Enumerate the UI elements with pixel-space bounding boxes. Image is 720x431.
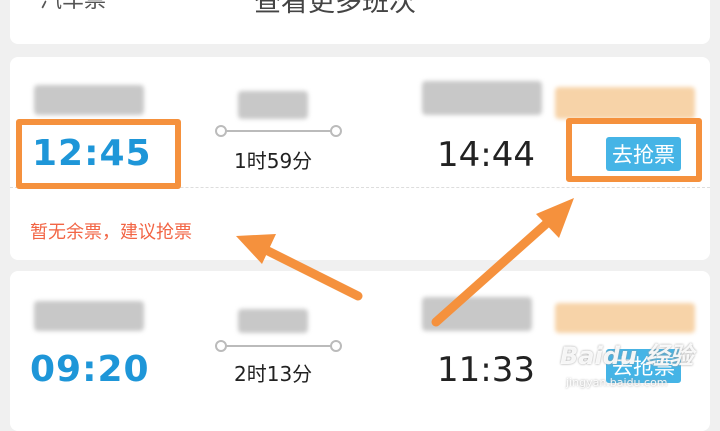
arrive-time: 14:44 xyxy=(437,135,535,175)
watermark-url: jingyan.baidu.com xyxy=(566,376,668,389)
blurred-station-depart xyxy=(34,301,144,331)
blurred-seat-info xyxy=(555,303,695,333)
bus-ticket-label[interactable]: 汽车票 xyxy=(40,0,106,14)
arrive-time: 11:33 xyxy=(437,350,535,390)
blurred-seat-info xyxy=(555,87,695,119)
route-line xyxy=(225,345,335,347)
blurred-train-number xyxy=(238,91,308,119)
baidu-watermark: Baidu 经验 xyxy=(560,342,694,370)
route-end-dot xyxy=(330,340,342,352)
top-card: 汽车票 查看更多班次 xyxy=(10,0,710,44)
more-trains-link[interactable]: 查看更多班次 xyxy=(254,0,416,19)
route-line xyxy=(225,130,335,132)
blurred-station-depart xyxy=(34,85,144,115)
blurred-station-arrive xyxy=(422,297,532,331)
duration: 1时59分 xyxy=(234,149,313,173)
route-end-dot xyxy=(330,125,342,137)
no-ticket-notice: 暂无余票，建议抢票 xyxy=(30,222,192,243)
depart-time: 09:20 xyxy=(30,349,150,390)
blurred-station-arrive xyxy=(422,81,542,115)
annotation-box-depart-time xyxy=(16,119,181,189)
annotation-box-grab-button xyxy=(566,118,702,182)
blurred-train-number xyxy=(238,309,308,333)
duration: 2时13分 xyxy=(234,362,313,386)
